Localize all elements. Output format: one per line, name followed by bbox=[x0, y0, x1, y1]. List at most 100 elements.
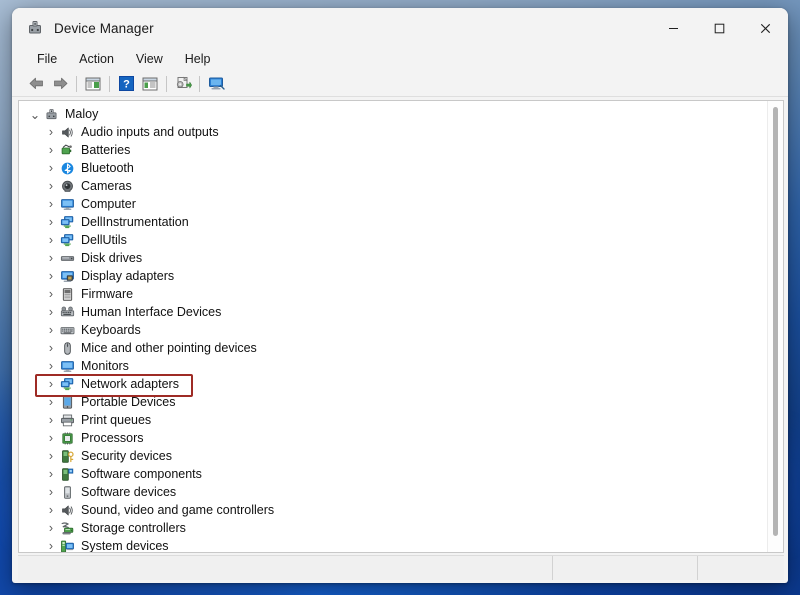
scrollbar-thumb[interactable] bbox=[773, 107, 778, 536]
tree-item-label: Disk drives bbox=[81, 250, 142, 266]
chevron-right-icon[interactable]: › bbox=[43, 467, 59, 481]
properties-button[interactable] bbox=[81, 73, 105, 95]
tree-root-item[interactable]: ⌄ Maloy bbox=[19, 105, 767, 123]
chevron-right-icon[interactable]: › bbox=[43, 449, 59, 463]
chevron-right-icon[interactable]: › bbox=[43, 377, 59, 391]
chevron-right-icon[interactable]: › bbox=[43, 287, 59, 301]
tree-item[interactable]: › DellInstrumentation bbox=[19, 213, 767, 231]
tree-item[interactable]: ›Firmware bbox=[19, 285, 767, 303]
software-device-icon bbox=[59, 484, 76, 500]
tree-item[interactable]: › Cameras bbox=[19, 177, 767, 195]
chevron-right-icon[interactable]: › bbox=[43, 215, 59, 229]
tree-item-label: Batteries bbox=[81, 142, 130, 158]
chevron-right-icon[interactable]: › bbox=[43, 503, 59, 517]
show-hide-console-tree-button[interactable] bbox=[138, 73, 162, 95]
chevron-right-icon[interactable]: › bbox=[43, 323, 59, 337]
vertical-scrollbar[interactable] bbox=[767, 101, 783, 552]
tree-item[interactable]: ›Audio inputs and outputs bbox=[19, 123, 767, 141]
tree-item[interactable]: ›Display adapters bbox=[19, 267, 767, 285]
tree-item-label: Processors bbox=[81, 430, 144, 446]
chevron-right-icon[interactable]: › bbox=[43, 359, 59, 373]
chevron-right-icon[interactable]: › bbox=[43, 485, 59, 499]
tree-item[interactable]: › DellUtils bbox=[19, 231, 767, 249]
tree-item[interactable]: ›Storage controllers bbox=[19, 519, 767, 537]
chevron-right-icon[interactable]: › bbox=[43, 395, 59, 409]
speaker-icon bbox=[59, 124, 76, 140]
tree-item-label: Print queues bbox=[81, 412, 151, 428]
chevron-right-icon[interactable]: › bbox=[43, 431, 59, 445]
status-main-pane bbox=[18, 556, 553, 580]
tree-item[interactable]: › Security devices bbox=[19, 447, 767, 465]
tree-item[interactable]: › Batteries bbox=[19, 141, 767, 159]
device-tree[interactable]: ⌄ Maloy ›Audio inputs and outputs›Batter… bbox=[19, 101, 767, 552]
chevron-right-icon[interactable]: › bbox=[43, 521, 59, 535]
status-third-pane bbox=[698, 556, 784, 580]
tree-item[interactable]: ›Software devices bbox=[19, 483, 767, 501]
processor-icon bbox=[59, 430, 76, 446]
network-adapter-icon bbox=[59, 376, 76, 392]
tree-item-label: System devices bbox=[81, 538, 169, 552]
close-button[interactable] bbox=[742, 8, 788, 48]
chevron-right-icon[interactable]: › bbox=[43, 233, 59, 247]
scan-hardware-changes-button[interactable] bbox=[204, 73, 228, 95]
tree-item[interactable]: ›Sound, video and game controllers bbox=[19, 501, 767, 519]
title-bar: Device Manager bbox=[12, 8, 788, 48]
computer-root-icon bbox=[43, 106, 60, 122]
menu-view[interactable]: View bbox=[125, 50, 174, 69]
tree-item-label: Network adapters bbox=[81, 376, 179, 392]
tree-item[interactable]: ›Computer bbox=[19, 195, 767, 213]
forward-button[interactable] bbox=[48, 73, 72, 95]
tree-item[interactable]: ›Portable Devices bbox=[19, 393, 767, 411]
help-button[interactable]: ? bbox=[114, 73, 138, 95]
chevron-right-icon[interactable]: › bbox=[43, 143, 59, 157]
tree-item-label: Cameras bbox=[81, 178, 132, 194]
back-button[interactable] bbox=[24, 73, 48, 95]
chevron-right-icon[interactable]: › bbox=[43, 125, 59, 139]
printer-icon bbox=[59, 412, 76, 428]
tree-item-label: Bluetooth bbox=[81, 160, 134, 176]
chevron-right-icon[interactable]: › bbox=[43, 539, 59, 552]
tree-item-label: DellUtils bbox=[81, 232, 127, 248]
chevron-right-icon[interactable]: › bbox=[43, 179, 59, 193]
chevron-down-icon[interactable]: ⌄ bbox=[27, 107, 43, 122]
hid-icon bbox=[59, 304, 76, 320]
menu-action[interactable]: Action bbox=[68, 50, 125, 69]
update-driver-button[interactable] bbox=[171, 73, 195, 95]
status-bar bbox=[18, 555, 784, 580]
tree-item[interactable]: › System devices bbox=[19, 537, 767, 552]
tree-item[interactable]: › Print queues bbox=[19, 411, 767, 429]
chevron-right-icon[interactable]: › bbox=[43, 305, 59, 319]
minimize-button[interactable] bbox=[650, 8, 696, 48]
tree-item-label: Keyboards bbox=[81, 322, 141, 338]
chevron-right-icon[interactable]: › bbox=[43, 269, 59, 283]
tree-item[interactable]: ›Mice and other pointing devices bbox=[19, 339, 767, 357]
chevron-right-icon[interactable]: › bbox=[43, 161, 59, 175]
tree-item[interactable]: › Processors bbox=[19, 429, 767, 447]
tree-item[interactable]: › Disk drives bbox=[19, 249, 767, 267]
device-manager-window: Device Manager File Action View Help bbox=[12, 8, 788, 583]
chevron-right-icon[interactable]: › bbox=[43, 413, 59, 427]
tree-item[interactable]: ›Software components bbox=[19, 465, 767, 483]
tree-items-container: ›Audio inputs and outputs›Batteries›Blue… bbox=[19, 123, 767, 552]
tree-item-label: Human Interface Devices bbox=[81, 304, 221, 320]
tree-item[interactable]: › Network adapters bbox=[19, 375, 767, 393]
tree-item[interactable]: › Keyboards bbox=[19, 321, 767, 339]
portable-device-icon bbox=[59, 394, 76, 410]
tree-item[interactable]: ›Monitors bbox=[19, 357, 767, 375]
chevron-right-icon[interactable]: › bbox=[43, 251, 59, 265]
menu-help[interactable]: Help bbox=[174, 50, 222, 69]
maximize-button[interactable] bbox=[696, 8, 742, 48]
camera-icon bbox=[59, 178, 76, 194]
toolbar-separator bbox=[109, 76, 110, 92]
menu-file[interactable]: File bbox=[26, 50, 68, 69]
keyboard-icon bbox=[59, 322, 76, 338]
security-device-icon bbox=[59, 448, 76, 464]
tree-item-label: DellInstrumentation bbox=[81, 214, 189, 230]
tree-item[interactable]: › Human Interface Devices bbox=[19, 303, 767, 321]
tree-item-label: Security devices bbox=[81, 448, 172, 464]
tree-root-label: Maloy bbox=[65, 106, 98, 122]
chevron-right-icon[interactable]: › bbox=[43, 341, 59, 355]
tree-item[interactable]: › Bluetooth bbox=[19, 159, 767, 177]
chevron-right-icon[interactable]: › bbox=[43, 197, 59, 211]
svg-text:?: ? bbox=[123, 79, 130, 91]
